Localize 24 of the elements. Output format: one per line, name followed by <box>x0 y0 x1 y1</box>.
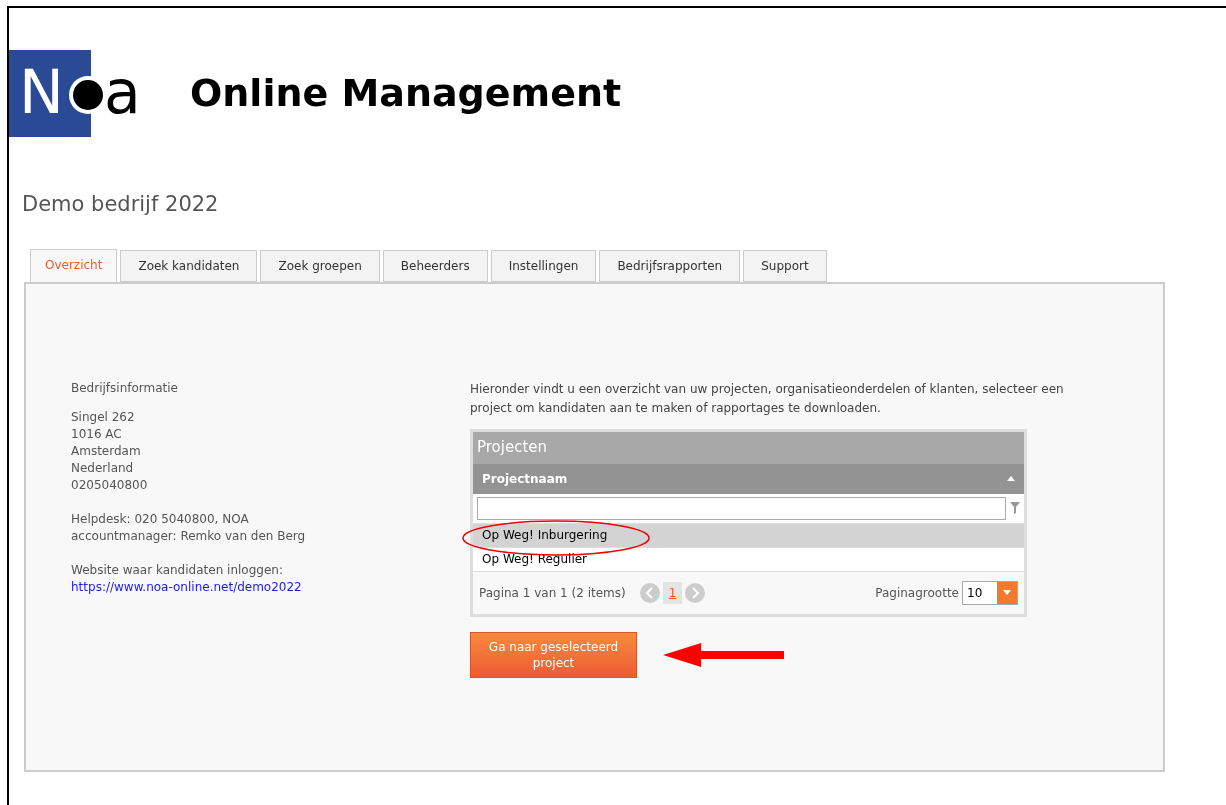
intro-text: Hieronder vindt u een overzicht van uw projecten, organisatieonderdelen of klanten, selecteer een project om kandidaten aan te maken of rapportages te downloaden. <box>470 380 1065 417</box>
page-size-label: Paginagrootte <box>875 584 959 602</box>
grid-title: Projecten <box>473 431 1024 464</box>
tab[interactable]: Instellingen <box>490 249 597 282</box>
address-line: Amsterdam <box>71 442 142 460</box>
tab[interactable]: Beheerders <box>382 249 488 282</box>
address-line: 0205040800 <box>71 476 149 494</box>
app-title: Online Management <box>190 70 622 117</box>
pager-info: Pagina 1 van 1 (2 items) <box>479 584 626 602</box>
website-label: Website waar kandidaten inloggen: <box>71 561 284 579</box>
page-size-dropdown[interactable]: 10 <box>962 580 1018 605</box>
project-row[interactable]: Op Weg! Inburgering <box>473 523 1024 548</box>
tab[interactable]: Bedrijfsrapporten <box>599 249 741 282</box>
info-heading: Bedrijfsinformatie <box>71 379 179 397</box>
address-line: 1016 AC <box>71 425 123 443</box>
address-line: Singel 262 <box>71 408 136 426</box>
contact-line: accountmanager: Remko van den Berg <box>71 527 307 545</box>
contact-line: Helpdesk: 020 5040800, NOA <box>71 510 250 528</box>
tab[interactable]: Zoek kandidaten <box>120 249 258 282</box>
tab[interactable]: Zoek groepen <box>260 249 380 282</box>
website-link[interactable]: https://www.noa-online.net/demo2022 <box>71 579 302 594</box>
address-line: Nederland <box>71 459 135 477</box>
company-name: Demo bedrijf 2022 <box>22 191 220 218</box>
tab[interactable]: Support <box>743 249 827 282</box>
